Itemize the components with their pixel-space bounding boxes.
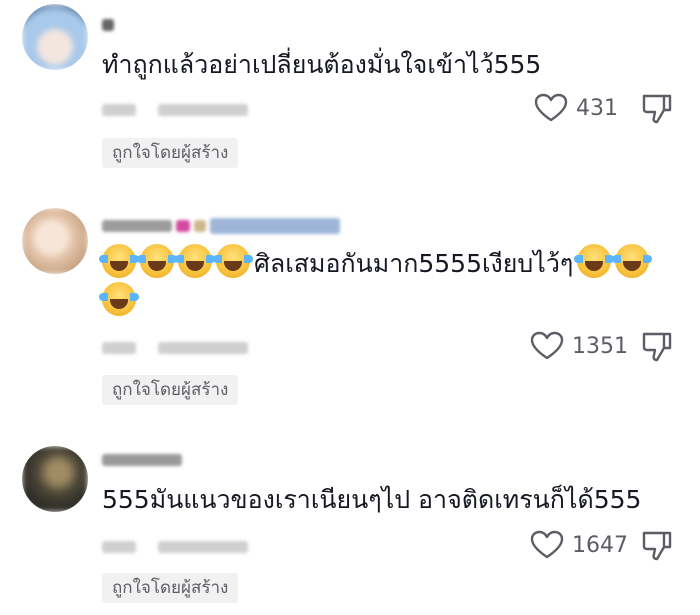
comment-meta-blurred: [102, 535, 248, 559]
heart-outline-icon: [530, 530, 564, 559]
heart-outline-icon: [530, 331, 564, 360]
like-button[interactable]: 1351: [530, 331, 628, 361]
tears-of-joy-emoji-icon: [175, 244, 215, 278]
like-button[interactable]: 1647: [530, 530, 628, 560]
thumbs-down-outline-icon[interactable]: [640, 529, 674, 563]
liked-by-creator-badge: ถูกใจโดยผู้สร้าง: [102, 375, 239, 405]
tears-of-joy-emoji-icon: [137, 244, 177, 278]
tears-of-joy-emoji-icon: [99, 282, 139, 316]
thumbs-down-outline-icon[interactable]: [640, 92, 674, 126]
comment-text-line: ศิลเสมอกันมาก5555เงียบไว้ๆ: [99, 244, 682, 283]
comment-text: 555มันแนวของเราเนียนๆไป อาจติดเทรนก็ได้5…: [102, 485, 642, 514]
like-count: 431: [576, 95, 618, 121]
avatar[interactable]: [22, 446, 88, 512]
username-blurred[interactable]: [102, 12, 114, 38]
username-blurred[interactable]: [102, 213, 340, 239]
tears-of-joy-emoji-icon: [574, 244, 615, 278]
thumbs-down-outline-icon[interactable]: [640, 330, 674, 364]
comment-meta-blurred: [102, 98, 248, 122]
comment-text-line-2: [99, 282, 682, 321]
like-count: 1351: [572, 333, 628, 359]
tears-of-joy-emoji-icon: [612, 244, 653, 278]
comment-meta-blurred: [102, 336, 248, 360]
avatar[interactable]: [22, 208, 88, 274]
like-count: 1647: [572, 532, 628, 558]
username-blurred[interactable]: [102, 447, 182, 473]
liked-by-creator-badge: ถูกใจโดยผู้สร้าง: [102, 573, 239, 603]
comment-text: ทำถูกแล้วอย่าเปลี่ยนต้องมั่นใจเข้าไว้555: [102, 50, 542, 79]
avatar[interactable]: [22, 4, 88, 70]
heart-outline-icon: [534, 93, 568, 122]
tears-of-joy-emoji-icon: [213, 244, 253, 278]
like-button[interactable]: 431: [534, 93, 618, 123]
liked-by-creator-badge: ถูกใจโดยผู้สร้าง: [102, 138, 239, 168]
tears-of-joy-emoji-icon: [99, 244, 139, 278]
comment-text: ศิลเสมอกันมาก5555เงียบไว้ๆ: [254, 249, 574, 278]
